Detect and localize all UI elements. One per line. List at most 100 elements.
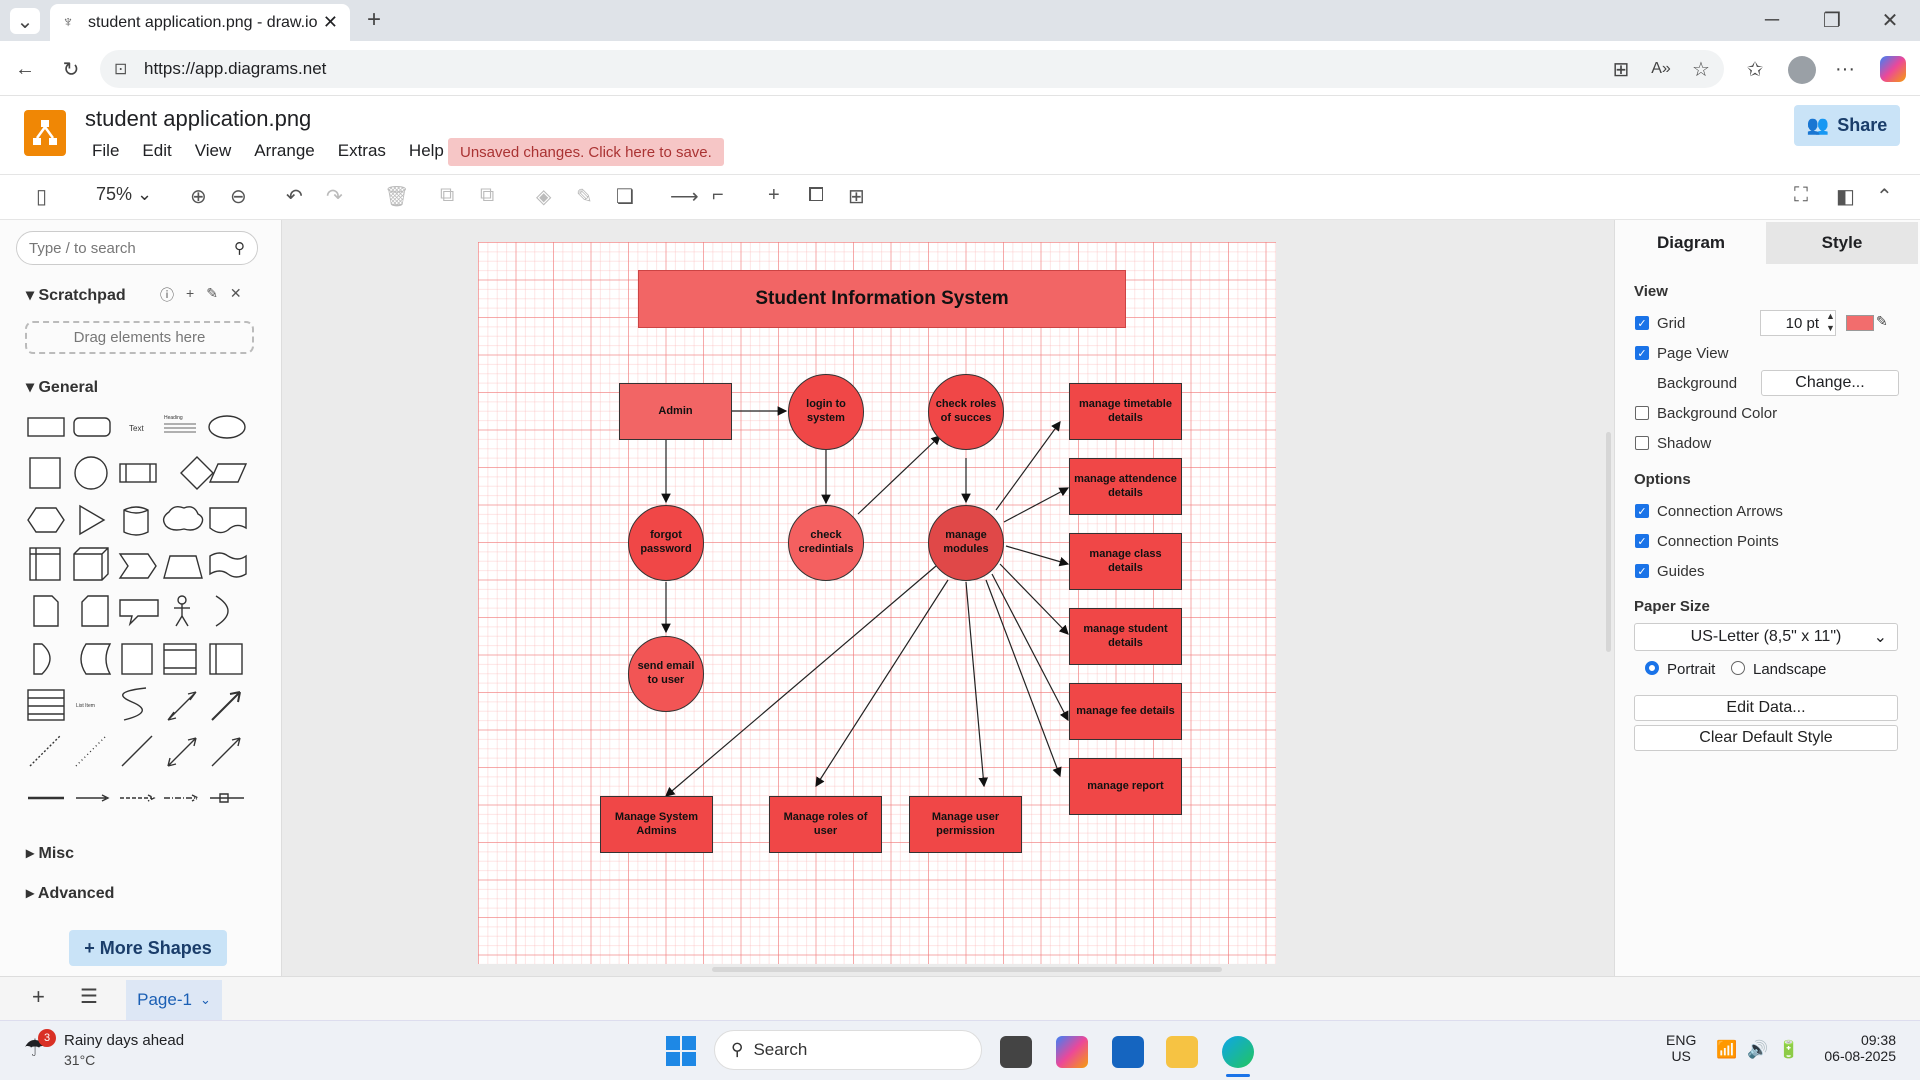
menu-help[interactable]: Help: [409, 141, 444, 161]
clear-default-style-button[interactable]: Clear Default Style: [1634, 725, 1898, 751]
reload-icon[interactable]: ↻: [56, 54, 86, 84]
tab-style[interactable]: Style: [1766, 222, 1918, 264]
pages-menu-icon[interactable]: ☰: [80, 984, 98, 1009]
waypoints-icon[interactable]: ⌐: [712, 184, 724, 207]
favorites-icon[interactable]: ✩: [1742, 56, 1768, 82]
undo-icon[interactable]: ↶: [286, 184, 303, 209]
tab-diagram[interactable]: Diagram: [1616, 222, 1766, 264]
shape-palette[interactable]: Text Heading List Item: [24, 408, 254, 808]
connection-arrows-checkbox[interactable]: ✓: [1635, 504, 1649, 518]
scratchpad-dropzone[interactable]: Drag elements here: [25, 321, 254, 354]
table-icon[interactable]: ⊞: [848, 184, 865, 209]
redo-icon[interactable]: ↷: [326, 184, 343, 209]
node-forgot[interactable]: forgot password: [628, 505, 704, 581]
favorite-star-icon[interactable]: ☆: [1688, 56, 1714, 82]
read-aloud-icon[interactable]: A»: [1648, 56, 1674, 82]
back-icon[interactable]: ←: [10, 54, 40, 84]
battery-icon[interactable]: 🔋: [1778, 1040, 1799, 1060]
node-login[interactable]: login to system: [788, 374, 864, 450]
copilot-taskbar-icon[interactable]: [1056, 1036, 1088, 1068]
browser-tab[interactable]: ♆ student application.png - draw.io ✕: [50, 4, 350, 41]
to-back-icon[interactable]: ⧉: [480, 184, 494, 207]
zoom-dropdown[interactable]: 75% ⌄: [96, 184, 152, 205]
format-toggle-icon[interactable]: ◧: [1836, 184, 1855, 209]
menu-view[interactable]: View: [195, 141, 232, 161]
node-send-email[interactable]: send email to user: [628, 636, 704, 712]
horizontal-scrollbar[interactable]: [712, 967, 1222, 972]
connection-icon[interactable]: ⟶: [670, 184, 699, 209]
shadow-icon[interactable]: ❏: [616, 184, 634, 209]
grid-size-stepper[interactable]: ▲ ▼: [1826, 310, 1835, 334]
task-view-icon[interactable]: [1000, 1036, 1032, 1068]
zoom-out-icon[interactable]: ⊖: [230, 184, 247, 209]
delete-icon[interactable]: 🗑: [384, 184, 409, 209]
wifi-icon[interactable]: 📶: [1716, 1040, 1737, 1060]
diagram-page[interactable]: [478, 242, 1276, 964]
change-background-button[interactable]: Change...: [1761, 370, 1899, 396]
fill-color-icon[interactable]: ◈: [536, 184, 551, 209]
minimize-icon[interactable]: ─: [1760, 8, 1784, 32]
file-explorer-icon[interactable]: [1166, 1036, 1198, 1068]
close-tab-icon[interactable]: ✕: [323, 12, 338, 33]
close-icon[interactable]: ✕: [230, 285, 242, 305]
grid-size-input[interactable]: 10 pt: [1760, 310, 1836, 336]
background-color-checkbox[interactable]: [1635, 406, 1649, 420]
shapes-icon[interactable]: ⧠: [808, 184, 824, 207]
language-indicator[interactable]: ENG US: [1666, 1032, 1696, 1064]
grid-checkbox[interactable]: ✓: [1635, 316, 1649, 330]
node-class[interactable]: manage class details: [1069, 533, 1182, 590]
menu-edit[interactable]: Edit: [142, 141, 171, 161]
landscape-radio[interactable]: [1731, 661, 1745, 675]
menu-extras[interactable]: Extras: [338, 141, 386, 161]
edit-data-button[interactable]: Edit Data...: [1634, 695, 1898, 721]
diagram-title[interactable]: Student Information System: [638, 270, 1126, 328]
page-view-checkbox[interactable]: ✓: [1635, 346, 1649, 360]
add-page-icon[interactable]: +: [32, 984, 45, 1010]
node-user-permission[interactable]: Manage user permission: [909, 796, 1022, 853]
general-header[interactable]: ▾ General: [26, 377, 98, 397]
profile-avatar[interactable]: [1788, 56, 1816, 84]
site-info-icon[interactable]: ⊡: [114, 59, 127, 79]
fullscreen-icon[interactable]: ⛶: [1794, 184, 1808, 207]
node-check-cred[interactable]: check credintials: [788, 505, 864, 581]
zoom-in-icon[interactable]: ⊕: [190, 184, 207, 209]
insert-icon[interactable]: +: [768, 184, 780, 207]
document-title[interactable]: student application.png: [85, 106, 311, 132]
collapse-icon[interactable]: ⌃: [1876, 184, 1893, 209]
to-front-icon[interactable]: ⧉: [440, 184, 454, 207]
tab-list-chevron-icon[interactable]: ⌄: [10, 8, 40, 34]
shape-search-input[interactable]: Type / to search ⚲: [16, 231, 258, 265]
node-attendence[interactable]: manage attendence details: [1069, 458, 1182, 515]
node-timetable[interactable]: manage timetable details: [1069, 383, 1182, 440]
node-roles-user[interactable]: Manage roles of user: [769, 796, 882, 853]
more-shapes-button[interactable]: + More Shapes: [69, 930, 227, 966]
copilot-icon[interactable]: [1880, 56, 1906, 82]
edit-icon[interactable]: ✎: [206, 285, 218, 305]
add-icon[interactable]: +: [186, 285, 194, 305]
node-student[interactable]: manage student details: [1069, 608, 1182, 665]
share-button[interactable]: 👥 Share: [1794, 105, 1900, 146]
new-tab-icon[interactable]: +: [360, 6, 388, 34]
line-color-icon[interactable]: ✎: [576, 184, 593, 209]
node-report[interactable]: manage report: [1069, 758, 1182, 815]
close-window-icon[interactable]: ✕: [1878, 8, 1902, 32]
scratchpad-header[interactable]: ▾ Scratchpad: [26, 285, 126, 305]
url-field[interactable]: ⊡ https://app.diagrams.net: [100, 50, 1724, 88]
volume-icon[interactable]: 🔊: [1747, 1040, 1768, 1060]
more-menu-icon[interactable]: ···: [1832, 56, 1858, 82]
format-panel-toggle-icon[interactable]: ▯: [36, 184, 47, 209]
help-icon[interactable]: ⓘ: [160, 285, 174, 305]
misc-header[interactable]: ▸ Misc: [26, 843, 74, 863]
node-manage-modules[interactable]: manage modules: [928, 505, 1004, 581]
advanced-header[interactable]: ▸ Advanced: [26, 883, 114, 903]
portrait-radio[interactable]: [1645, 661, 1659, 675]
guides-checkbox[interactable]: ✓: [1635, 564, 1649, 578]
connection-points-checkbox[interactable]: ✓: [1635, 534, 1649, 548]
clock[interactable]: 09:38 06-08-2025: [1808, 1032, 1896, 1064]
node-admin[interactable]: Admin: [619, 383, 732, 440]
app-available-icon[interactable]: ⊞: [1608, 56, 1634, 82]
edge-browser-icon[interactable]: [1222, 1036, 1254, 1068]
windows-start-icon[interactable]: [666, 1036, 696, 1066]
node-system-admins[interactable]: Manage System Admins: [600, 796, 713, 853]
search-icon[interactable]: ⚲: [234, 239, 245, 257]
